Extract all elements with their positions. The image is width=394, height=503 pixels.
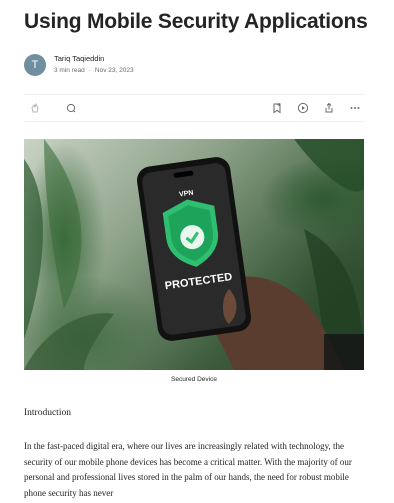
article-title: Using Mobile Security Applications (24, 10, 368, 33)
more-icon[interactable] (348, 101, 362, 115)
bookmark-icon[interactable] (270, 101, 284, 115)
share-icon[interactable] (322, 101, 336, 115)
hero-illustration: VPN PROTECTED (24, 139, 364, 370)
author-row: T Tariq Taqieddin 3 min read · Nov 23, 202… (24, 53, 134, 77)
section-heading-introduction: Introduction (24, 408, 71, 418)
publish-date: Nov 23, 2023 (94, 67, 134, 74)
post-meta: 3 min read · Nov 23, 2023 (54, 65, 134, 77)
author-avatar[interactable]: T (24, 54, 46, 76)
listen-icon[interactable] (296, 101, 310, 115)
hero-image: VPN PROTECTED (24, 139, 364, 370)
meta-separator: · (88, 67, 91, 74)
clap-icon[interactable] (28, 101, 42, 115)
comment-icon[interactable] (64, 101, 78, 115)
read-time: 3 min read (54, 67, 85, 74)
author-name[interactable]: Tariq Taqieddin (54, 53, 134, 65)
author-meta: Tariq Taqieddin 3 min read · Nov 23, 2023 (54, 53, 134, 77)
article-action-bar (24, 94, 364, 122)
intro-paragraph: In the fast-paced digital era, where our… (24, 441, 352, 498)
image-caption: Secured Device (171, 376, 217, 383)
